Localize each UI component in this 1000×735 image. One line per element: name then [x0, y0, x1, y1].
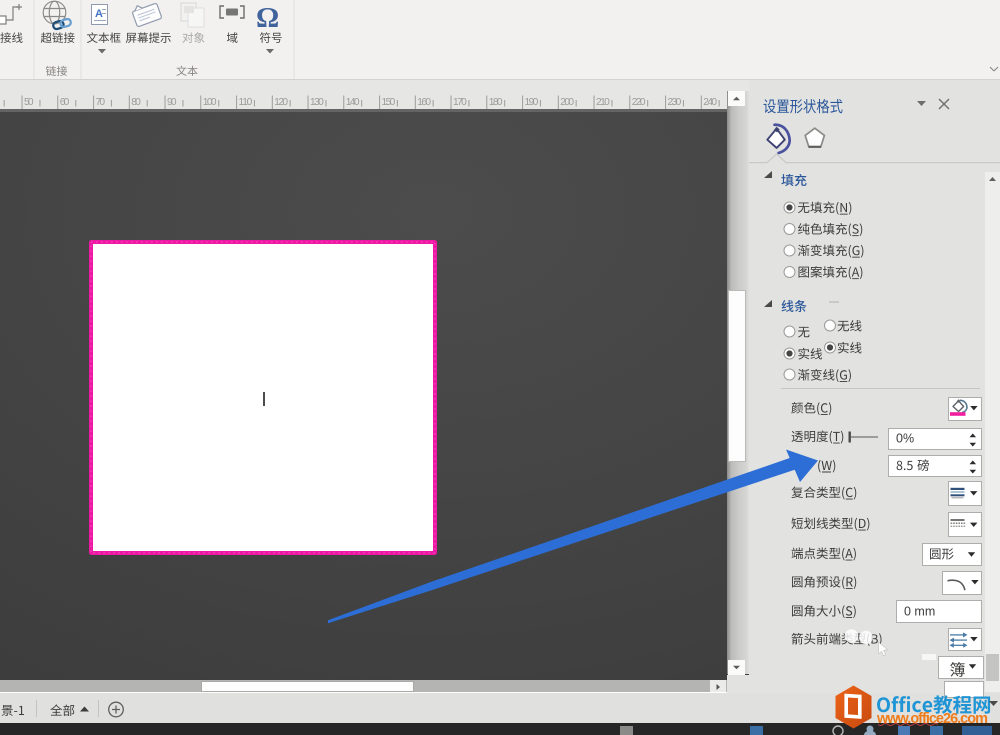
svg-text:240: 240	[703, 97, 717, 108]
svg-text:220: 220	[632, 97, 646, 108]
svg-text:50: 50	[24, 97, 34, 108]
svg-text:150: 150	[382, 97, 396, 108]
svg-text:170: 170	[453, 97, 467, 108]
svg-text:0%: 0%	[896, 432, 914, 446]
svg-text:0 mm: 0 mm	[904, 605, 935, 619]
svg-text:100: 100	[203, 97, 217, 108]
svg-text:Ω: Ω	[256, 2, 279, 34]
svg-text:210: 210	[596, 97, 610, 108]
svg-text:200: 200	[560, 97, 574, 108]
svg-text:160: 160	[417, 97, 431, 108]
svg-text:120: 120	[274, 97, 288, 108]
svg-text:80: 80	[131, 97, 141, 108]
svg-text:60: 60	[60, 97, 70, 108]
svg-text:90: 90	[167, 97, 177, 108]
svg-text:110: 110	[239, 97, 253, 108]
svg-text:180: 180	[489, 97, 503, 108]
svg-text:230: 230	[668, 97, 682, 108]
svg-text:A: A	[95, 8, 103, 20]
svg-text:140: 140	[346, 97, 360, 108]
svg-text:130: 130	[310, 97, 324, 108]
svg-text:70: 70	[96, 97, 106, 108]
svg-text:190: 190	[525, 97, 539, 108]
